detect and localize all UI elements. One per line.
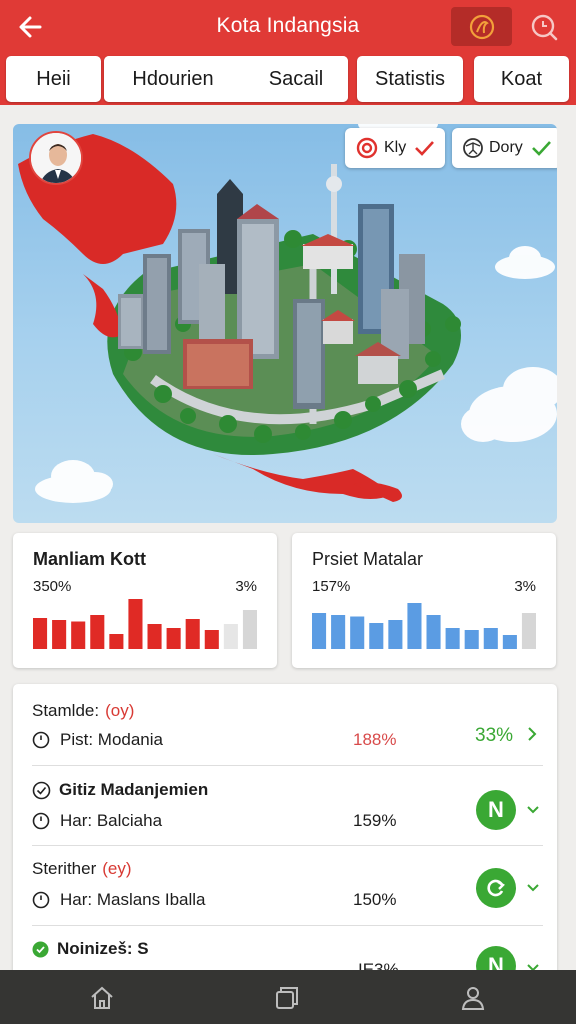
list-item-title: Noinizeš: S	[57, 939, 149, 958]
stat-bar	[147, 624, 162, 649]
stats-list: Stamlde: (oy) Pist: Modania 188% 33% Git…	[13, 684, 557, 984]
list-item-trend-value: 33%	[475, 725, 514, 746]
city-illustration: Kly Dory	[13, 124, 557, 523]
list-item-subtitle: Har: Maslans Iballa	[60, 890, 206, 909]
list-item-accent: (ey)	[102, 859, 132, 878]
stat-right-value: 3%	[235, 578, 257, 595]
refresh-icon	[487, 879, 505, 897]
stat-title: Prsiet Matalar	[312, 549, 424, 569]
check-icon	[531, 141, 551, 156]
list-item-subtitle: Pist: Modania	[60, 730, 163, 749]
stat-left-value: 350%	[33, 578, 72, 595]
stat-bar	[407, 603, 422, 649]
stat-card-prsiet[interactable]: Prsiet Matalar 157% 3%	[292, 533, 556, 668]
list-item-title: Stamlde:	[32, 701, 100, 720]
list-item-accent: (oy)	[105, 701, 135, 720]
list-item-title: Gitiz Madanjemien	[59, 780, 209, 799]
list-item-heading: Stamlde: (oy)	[32, 701, 134, 721]
check-icon	[415, 141, 435, 156]
stat-bar	[185, 619, 200, 649]
stat-card-manliam[interactable]: Manliam Kott 350% 3%	[13, 533, 277, 668]
list-divider	[32, 925, 543, 926]
list-item-sub: Har: Maslans Iballa	[32, 890, 206, 910]
stat-bar	[483, 628, 498, 649]
stat-bar	[204, 630, 219, 649]
stat-bar	[312, 613, 327, 649]
list-item-value: 150%	[353, 890, 397, 909]
green-check-icon	[32, 941, 49, 957]
list-item-heading: Noinizeš: S	[32, 939, 149, 959]
stat-bar	[166, 628, 181, 649]
list-item-heading: Sterither (ey)	[32, 859, 132, 879]
home-icon[interactable]	[88, 984, 116, 1012]
user-avatar[interactable]	[29, 131, 83, 185]
stat-right-value: 3%	[514, 578, 536, 595]
status-badge[interactable]: N	[476, 790, 516, 830]
tab-koat[interactable]: Koat	[474, 56, 569, 102]
list-item-sub: Har: Balciaha	[32, 811, 162, 831]
stat-bar	[90, 615, 105, 649]
stat-bar	[331, 615, 346, 649]
brand-button[interactable]	[451, 7, 512, 46]
list-item-subtitle: Har: Balciaha	[60, 811, 163, 830]
stat-bar	[242, 610, 257, 649]
target-icon	[356, 137, 378, 159]
status-badge[interactable]	[476, 868, 516, 908]
system-nav-bar	[0, 970, 576, 1024]
stat-bar	[521, 613, 536, 649]
brand-logo-icon	[469, 14, 494, 39]
chip-kly-label: Kly	[384, 139, 407, 156]
stat-bar	[128, 599, 143, 649]
stat-title: Manliam Kott	[33, 549, 147, 569]
stat-bar	[502, 635, 517, 649]
stat-bar	[33, 618, 48, 649]
segmented-tabs: Hdourien Sacail	[104, 56, 348, 102]
stat-bar	[350, 616, 365, 649]
list-item-value: 188%	[353, 730, 397, 749]
stat-bar	[52, 620, 67, 649]
clock-icon	[32, 731, 50, 749]
city-map-image	[18, 124, 557, 503]
clock-icon	[32, 891, 50, 909]
list-divider	[32, 845, 543, 846]
clock-icon	[32, 812, 50, 830]
recents-icon[interactable]	[273, 984, 301, 1012]
list-item-value: 159%	[353, 811, 397, 830]
chip-dory[interactable]: Dory	[452, 128, 557, 168]
stat-bar	[426, 615, 441, 649]
list-item-sub: Pist: Modania	[32, 730, 163, 750]
chevron-down-icon[interactable]	[525, 882, 541, 894]
stat-bar	[445, 628, 460, 649]
stat-bar-chart	[312, 603, 536, 649]
tab-statistis[interactable]: Statistis	[357, 56, 463, 102]
ball-icon	[463, 138, 483, 158]
list-item-title: Sterither	[32, 859, 97, 878]
profile-icon[interactable]	[459, 984, 487, 1012]
tab-sacail[interactable]: Sacail	[244, 56, 348, 102]
check-circle-icon	[32, 781, 51, 799]
stat-bar	[71, 621, 86, 649]
stat-bar-chart	[33, 599, 257, 649]
stat-bar	[388, 620, 403, 649]
chip-dory-label: Dory	[489, 139, 523, 156]
chevron-down-icon[interactable]	[525, 804, 541, 816]
stat-bar	[223, 624, 238, 649]
app-bar: Kota Indangsia Heii Hdourien Sacail Stat…	[0, 0, 576, 105]
list-divider	[32, 765, 543, 766]
list-item-heading: Gitiz Madanjemien	[32, 780, 208, 800]
stat-left-value: 157%	[312, 578, 351, 595]
tab-hdourien[interactable]: Hdourien	[104, 56, 242, 102]
stat-bar	[464, 630, 479, 649]
tab-heii[interactable]: Heii	[6, 56, 101, 102]
search-icon[interactable]	[528, 11, 560, 43]
chevron-right-icon[interactable]	[525, 726, 539, 742]
stat-bar	[369, 623, 384, 649]
chip-kly[interactable]: Kly	[345, 128, 446, 168]
tab-bar: Heii Hdourien Sacail Statistis Koat	[0, 56, 576, 102]
stat-bar	[109, 634, 124, 649]
